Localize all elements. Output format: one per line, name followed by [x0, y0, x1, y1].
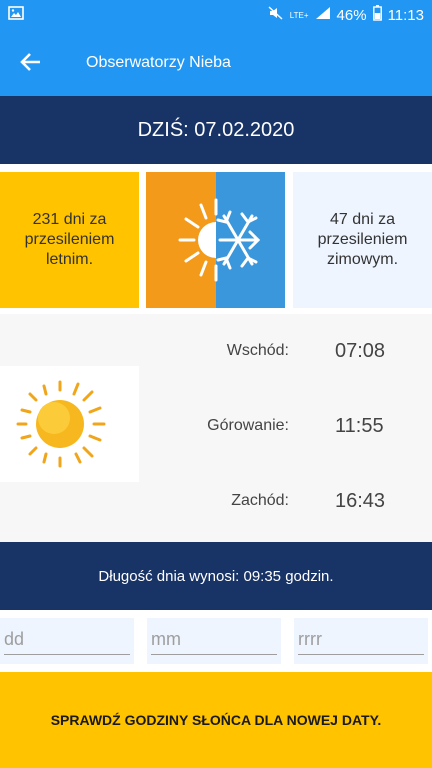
sun-times-section: Wschód: 07:08 Górowanie: 11:55 Zachód: 1… — [0, 314, 432, 542]
year-field-wrap — [294, 618, 428, 664]
sunrise-row: Wschód: 07:08 — [139, 332, 432, 372]
day-field-wrap — [0, 618, 134, 664]
sunset-value: 16:43 — [335, 490, 386, 512]
year-input[interactable] — [298, 624, 424, 655]
solar-noon-row: Górowanie: 11:55 — [139, 407, 432, 447]
season-row: 231 dni za przesileniem letnim. 47 dni z… — [0, 164, 432, 314]
today-label: DZIŚ: 07.02.2020 — [137, 118, 295, 141]
date-inputs-row — [0, 610, 432, 672]
sunrise-value: 07:08 — [335, 340, 386, 362]
gallery-icon — [8, 6, 24, 25]
solar-noon-label: Górowanie: — [207, 417, 289, 434]
app-bar: Obserwatorzy Nieba — [0, 30, 432, 96]
solar-noon-value: 11:55 — [335, 415, 384, 437]
winter-solstice-box: 47 dni za przesileniem zimowym. — [293, 172, 432, 308]
day-length-banner: Długość dnia wynosi: 09:35 godzin. — [0, 542, 432, 610]
day-input[interactable] — [4, 624, 130, 655]
battery-icon — [372, 5, 382, 25]
sunrise-label: Wschód: — [226, 342, 289, 359]
signal-icon — [315, 6, 331, 24]
today-banner: DZIŚ: 07.02.2020 — [0, 96, 432, 164]
network-type: LTE+ — [289, 10, 309, 20]
status-bar: LTE+ 46% 11:13 — [0, 0, 432, 30]
summer-solstice-text: 231 dni za przesileniem letnim. — [24, 211, 115, 268]
day-length-text: Długość dnia wynosi: 09:35 godzin. — [98, 567, 334, 585]
summer-solstice-box: 231 dni za przesileniem letnim. — [0, 172, 139, 308]
check-sun-times-button[interactable]: SPRAWDŹ GODZINY SŁOŃCA DLA NOWEJ DATY. — [0, 672, 432, 768]
mute-icon — [268, 6, 284, 24]
arrow-left-icon — [20, 52, 42, 77]
back-button[interactable] — [14, 47, 48, 81]
app-title: Obserwatorzy Nieba — [86, 54, 231, 71]
winter-solstice-text: 47 dni za przesileniem zimowym. — [317, 211, 408, 268]
sunset-row: Zachód: 16:43 — [139, 482, 432, 522]
month-field-wrap — [147, 618, 281, 664]
sun-snowflake-icon — [146, 172, 285, 308]
month-input[interactable] — [151, 624, 277, 655]
battery-percent: 46% — [336, 6, 367, 24]
status-time: 11:13 — [387, 6, 424, 24]
sunset-label: Zachód: — [231, 492, 289, 509]
sun-icon — [0, 366, 139, 482]
